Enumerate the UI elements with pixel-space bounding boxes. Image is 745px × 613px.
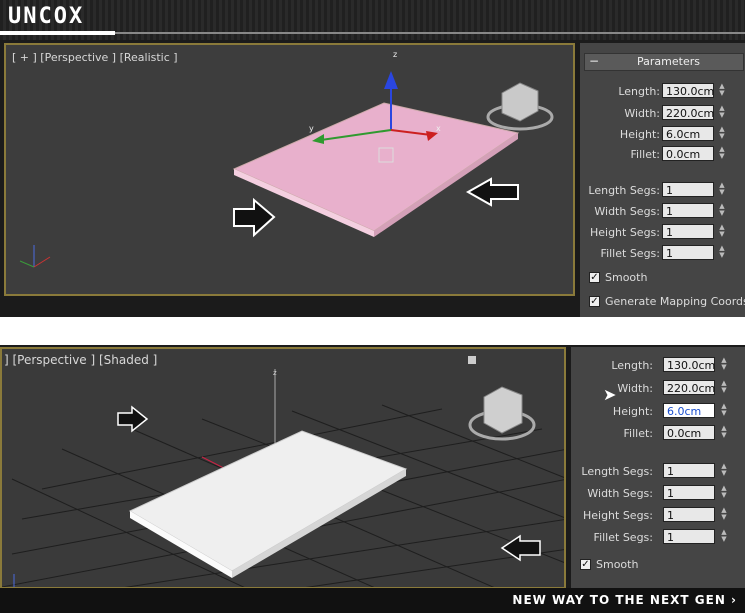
top-command-panel: − Parameters Length: 130.0cm ▲ ▼ Width: 220.… bbox=[580, 43, 745, 317]
param-height: Height: 6.0cm ▲ ▼ bbox=[580, 126, 745, 144]
gizmo-z-label: z bbox=[393, 50, 397, 59]
footer-tagline: NEW WAY TO THE NEXT GEN › bbox=[512, 593, 737, 607]
bottom-scene: z bbox=[2, 356, 564, 587]
b-param-length-segs: Length Segs: 1 ▲ ▼ bbox=[581, 462, 727, 478]
section-divider bbox=[0, 317, 745, 345]
height-field[interactable]: 6.0cm bbox=[662, 126, 714, 141]
param-length: Length: 130.0cm ▲ ▼ bbox=[580, 83, 745, 101]
b-width-field[interactable]: 220.0cm bbox=[663, 380, 715, 395]
width-field[interactable]: 220.0cm bbox=[662, 105, 714, 120]
b-param-fillet: Fillet: 0.0cm ▲ ▼ bbox=[623, 424, 727, 440]
b-param-width-segs: Width Segs: 1 ▲ ▼ bbox=[587, 484, 727, 500]
width-spinner[interactable]: ▲ ▼ bbox=[717, 105, 727, 120]
b-param-height: Height: 6.0cm ▲ ▼ bbox=[612, 402, 727, 418]
brand-logo: UNCOX bbox=[8, 4, 85, 29]
mapping-checkbox[interactable]: ✓ bbox=[589, 296, 600, 307]
b-length-field[interactable]: 130.0cm bbox=[663, 357, 715, 372]
header-rule bbox=[0, 31, 745, 35]
svg-text:y: y bbox=[309, 124, 314, 133]
param-fillet: Fillet: 0.0cm ▲ ▼ bbox=[580, 146, 745, 164]
smooth-checkbox[interactable]: ✓ bbox=[589, 272, 600, 283]
length-spinner[interactable]: ▲ ▼ bbox=[717, 83, 727, 98]
param-height-segs: Height Segs: 1 ▲ ▼ bbox=[580, 224, 745, 242]
minus-icon: − bbox=[589, 54, 600, 68]
b-height-field[interactable]: 6.0cm bbox=[663, 403, 715, 418]
param-fillet-segs: Fillet Segs: 1 ▲ ▼ bbox=[580, 245, 745, 263]
fillet-field[interactable]: 0.0cm bbox=[662, 146, 714, 161]
bottom-command-panel: Length: 130.0cm ▲ ▼ Width: 220.0cm ▲ ▼ Height:… bbox=[571, 347, 745, 589]
width-segs-spinner[interactable]: ▲ ▼ bbox=[717, 203, 727, 218]
b-param-fillet-segs: Fillet Segs: 1 ▲ ▼ bbox=[593, 528, 727, 544]
b-param-width: Width: 220.0cm ▲ ▼ bbox=[617, 379, 727, 395]
smooth-label: Smooth bbox=[605, 271, 648, 284]
param-width-segs: Width Segs: 1 ▲ ▼ bbox=[580, 203, 745, 221]
length-segs-spinner[interactable]: ▲ ▼ bbox=[717, 182, 727, 197]
fillet-segs-spinner[interactable]: ▲ ▼ bbox=[717, 245, 727, 260]
top-scene: z y x bbox=[19, 50, 554, 268]
panel-title: Parameters bbox=[637, 55, 700, 68]
fillet-spinner[interactable]: ▲ ▼ bbox=[717, 146, 727, 161]
b-param-height-segs: Height Segs: 1 ▲ ▼ bbox=[582, 506, 727, 522]
bottom-viewport[interactable]: ] [Perspective ] [Shaded ] z bbox=[0, 347, 566, 589]
arrow-right-icon bbox=[233, 197, 276, 238]
b-smooth-label: Smooth bbox=[596, 558, 639, 571]
length-field[interactable]: 130.0cm bbox=[662, 83, 714, 98]
arrow-right-icon bbox=[117, 405, 149, 433]
mapping-label: Generate Mapping Coords. bbox=[605, 295, 745, 308]
fillet-segs-field[interactable]: 1 bbox=[662, 245, 714, 260]
length-segs-field[interactable]: 1 bbox=[662, 182, 714, 197]
width-segs-field[interactable]: 1 bbox=[662, 203, 714, 218]
height-segs-spinner[interactable]: ▲ ▼ bbox=[717, 224, 727, 239]
svg-text:z: z bbox=[273, 369, 277, 377]
parameters-rollout-header[interactable]: − Parameters bbox=[584, 53, 744, 71]
height-spinner[interactable]: ▲ ▼ bbox=[717, 126, 727, 141]
svg-text:x: x bbox=[436, 124, 441, 133]
top-viewport[interactable]: [ + ] [Perspective ] [Realistic ] z y x bbox=[4, 43, 575, 296]
b-smooth-checkbox[interactable]: ✓ bbox=[580, 559, 591, 570]
arrow-left-icon bbox=[465, 177, 519, 207]
height-segs-field[interactable]: 1 bbox=[662, 224, 714, 239]
param-length-segs: Length Segs: 1 ▲ ▼ bbox=[580, 182, 745, 200]
param-width: Width: 220.0cm ▲ ▼ bbox=[580, 105, 745, 123]
b-param-length: Length: 130.0cm ▲ ▼ bbox=[611, 356, 727, 372]
b-fillet-field[interactable]: 0.0cm bbox=[663, 425, 715, 440]
mouse-cursor-icon: ➤ bbox=[603, 385, 617, 404]
